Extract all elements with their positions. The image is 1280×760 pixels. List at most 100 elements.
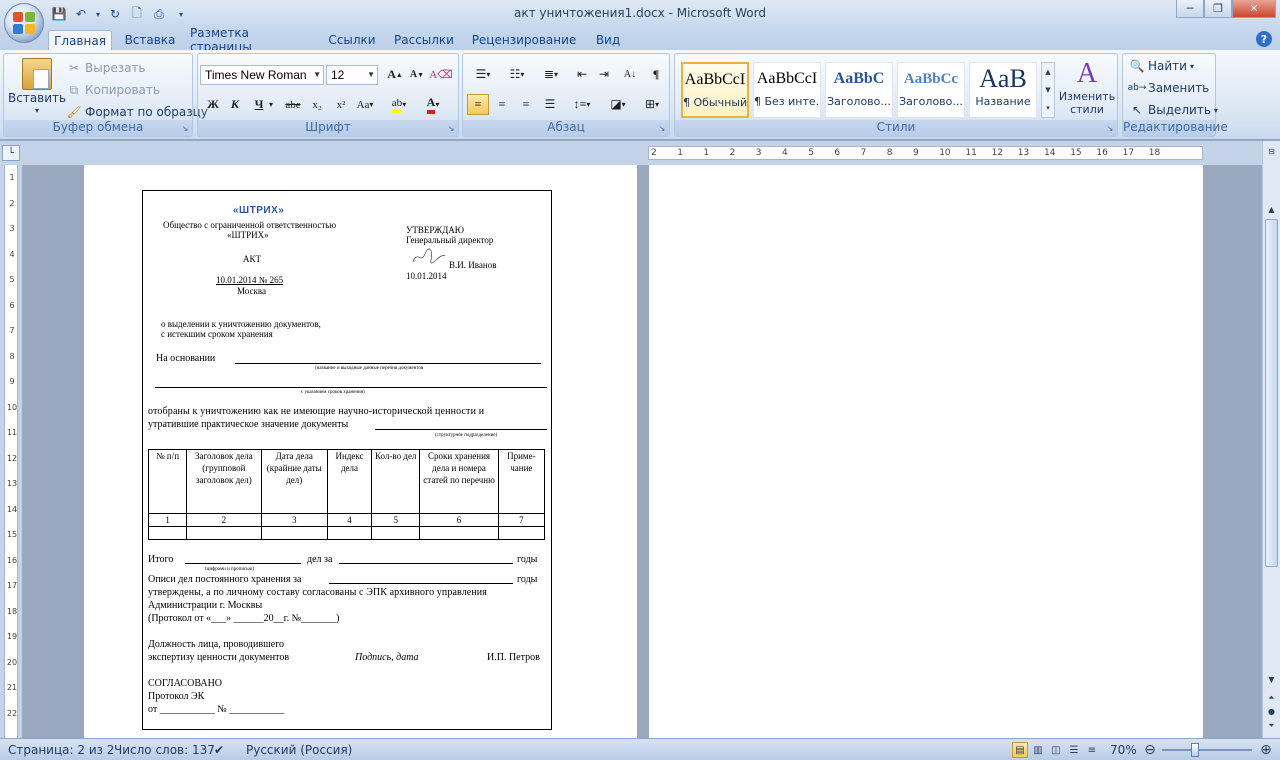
style-title[interactable]: AaB Название: [969, 62, 1037, 118]
style-no-spacing[interactable]: AaBbCcI ¶ Без инте...: [753, 62, 821, 118]
ruler-tick: 19: [6, 632, 18, 641]
next-page-icon[interactable]: ⏷: [1265, 719, 1278, 732]
tab-selector-icon[interactable]: └: [2, 145, 20, 161]
copy-button[interactable]: ⧉ Копировать: [66, 82, 160, 98]
cut-button[interactable]: ✂ Вырезать: [66, 60, 146, 76]
ruler-tick: 17: [1122, 148, 1135, 158]
scroll-down-icon[interactable]: ▼: [1265, 673, 1278, 686]
ruler-strip[interactable]: 2 1 1 2 3 4 5 6 7 8 9 10 11 12 13 14 15 16 17 18: [648, 146, 1203, 160]
font-launcher-icon[interactable]: ↘: [446, 124, 456, 134]
tab-page-layout[interactable]: Разметка страницы: [190, 26, 314, 54]
change-case-button[interactable]: Aa ▾: [354, 94, 376, 115]
tab-review[interactable]: Рецензирование: [468, 30, 580, 50]
justify-button[interactable]: ☰: [539, 94, 561, 115]
clear-formatting-button[interactable]: A⌫: [429, 64, 453, 85]
vertical-scrollbar[interactable]: ⊟ ▲ ▼ ⏶ ● ⏷: [1262, 141, 1280, 738]
style-heading-1[interactable]: AaBbC Заголово...: [825, 62, 893, 118]
zoom-out-icon[interactable]: ⊖: [1142, 742, 1158, 758]
select-button[interactable]: ↖ Выделить ▾: [1129, 102, 1218, 118]
italic-button[interactable]: К: [224, 94, 246, 115]
minimize-button[interactable]: ─: [1176, 0, 1204, 18]
zoom-level[interactable]: 70%: [1110, 743, 1137, 757]
font-group-label: Шрифт: [198, 120, 458, 136]
bullets-button[interactable]: ☰ ▾: [467, 64, 499, 85]
superscript-button[interactable]: x²: [330, 94, 352, 115]
align-left-button[interactable]: ≡: [467, 94, 489, 115]
line-spacing-button[interactable]: ↕≡ ▾: [567, 94, 597, 115]
zoom-slider-handle[interactable]: [1190, 743, 1199, 757]
word-count[interactable]: Число слов: 137: [114, 743, 215, 757]
ruler-toggle-icon[interactable]: ⊟: [1265, 145, 1278, 158]
replace-button[interactable]: ab→ Заменить: [1128, 80, 1210, 96]
proofing-icon[interactable]: ✔: [214, 743, 224, 757]
tab-view[interactable]: Вид: [588, 30, 628, 50]
grow-font-button[interactable]: A ▲: [384, 64, 406, 85]
web-layout-icon[interactable]: ◫: [1048, 742, 1064, 758]
scroll-thumb[interactable]: [1265, 219, 1278, 567]
chevron-up-icon[interactable]: ▲: [1042, 63, 1054, 81]
font-name-combo[interactable]: Times New Roman ▼: [200, 65, 324, 85]
ruler-tick: 13: [1017, 148, 1030, 158]
sort-button[interactable]: A↓: [619, 64, 641, 85]
font-color-button[interactable]: A ▾: [422, 94, 444, 115]
borders-button[interactable]: ⊞ ▾: [637, 94, 667, 115]
shading-button[interactable]: ◪ ▾: [603, 94, 633, 115]
strikethrough-button[interactable]: abe: [282, 94, 304, 115]
change-styles-button[interactable]: A Изменить стили: [1059, 58, 1115, 116]
vertical-ruler-strip[interactable]: 1 2 3 4 5 6 7 8 9 10 11 12 13 14 15 16 17 18 19 20 21 22: [4, 165, 18, 738]
more-styles-icon[interactable]: ▾: [1042, 99, 1054, 117]
outline-view-icon[interactable]: ☰: [1066, 742, 1082, 758]
ruler-tick: 9: [9, 377, 15, 386]
styles-launcher-icon[interactable]: ↘: [1105, 124, 1115, 134]
find-button[interactable]: 🔍 Найти ▾: [1129, 58, 1194, 74]
ruler-tick: 6: [834, 148, 841, 158]
font-color-icon: A: [426, 95, 436, 114]
scroll-up-icon[interactable]: ▲: [1265, 203, 1278, 216]
page-2[interactable]: [649, 165, 1203, 738]
style-heading-2[interactable]: AaBbCc Заголово...: [897, 62, 965, 118]
director-name: В.И. Иванов: [449, 260, 497, 270]
print-layout-view-icon[interactable]: ▤: [1012, 742, 1028, 758]
style-normal[interactable]: AaBbCcI ¶ Обычный: [681, 62, 749, 118]
draft-view-icon[interactable]: ≡: [1084, 742, 1100, 758]
page-count[interactable]: Страница: 2 из 2: [8, 743, 114, 757]
director-title: Генеральный директор: [406, 235, 494, 245]
help-icon[interactable]: ?: [1256, 31, 1272, 47]
paste-button[interactable]: Вставить ▾: [8, 58, 66, 115]
maximize-button[interactable]: ❐: [1204, 0, 1232, 18]
subscript-button[interactable]: x₂: [306, 94, 328, 115]
decrease-indent-button[interactable]: ⇤: [571, 64, 593, 85]
highlight-button[interactable]: ab ▾: [388, 94, 410, 115]
previous-page-icon[interactable]: ⏶: [1265, 691, 1278, 704]
document-workspace: «ШТРИХ» Общество с ограниченной ответств…: [22, 165, 1262, 738]
table-cell: [326, 526, 373, 540]
styles-scroll[interactable]: ▲ ▼ ▾: [1041, 62, 1055, 118]
align-right-button[interactable]: ≡: [515, 94, 537, 115]
show-marks-button[interactable]: ¶: [645, 64, 667, 85]
chevron-down-icon[interactable]: ▼: [1042, 81, 1054, 99]
tab-references[interactable]: Ссылки: [322, 30, 382, 50]
tab-home[interactable]: Главная: [48, 30, 112, 50]
underline-dropdown-icon[interactable]: ▾: [266, 94, 276, 115]
language[interactable]: Русский (Россия): [246, 743, 352, 757]
zoom-slider[interactable]: [1162, 743, 1252, 757]
clipboard-launcher-icon[interactable]: ↘: [180, 124, 190, 134]
ruler-tick: 11: [965, 148, 977, 158]
shrink-font-button[interactable]: A ▼: [406, 64, 428, 85]
increase-indent-button[interactable]: ⇥: [593, 64, 615, 85]
zoom-in-icon[interactable]: ⊕: [1258, 742, 1274, 758]
tab-insert[interactable]: Вставка: [118, 30, 182, 50]
bold-button[interactable]: Ж: [202, 94, 224, 115]
font-size-combo[interactable]: 12 ▼: [326, 65, 378, 85]
office-button[interactable]: [4, 3, 44, 43]
browse-object-icon[interactable]: ●: [1265, 705, 1278, 718]
format-painter-button[interactable]: 🖌 Формат по образцу: [66, 104, 208, 120]
basis-line-2: [155, 387, 547, 388]
close-button[interactable]: ✕: [1232, 0, 1276, 18]
tab-mailings[interactable]: Рассылки: [390, 30, 458, 50]
align-center-button[interactable]: ≡: [491, 94, 513, 115]
multilevel-list-button[interactable]: ≣ ▾: [535, 64, 567, 85]
full-screen-reading-icon[interactable]: ▥: [1030, 742, 1046, 758]
numbering-button[interactable]: ☷ ▾: [501, 64, 533, 85]
paragraph-launcher-icon[interactable]: ↘: [657, 124, 667, 134]
